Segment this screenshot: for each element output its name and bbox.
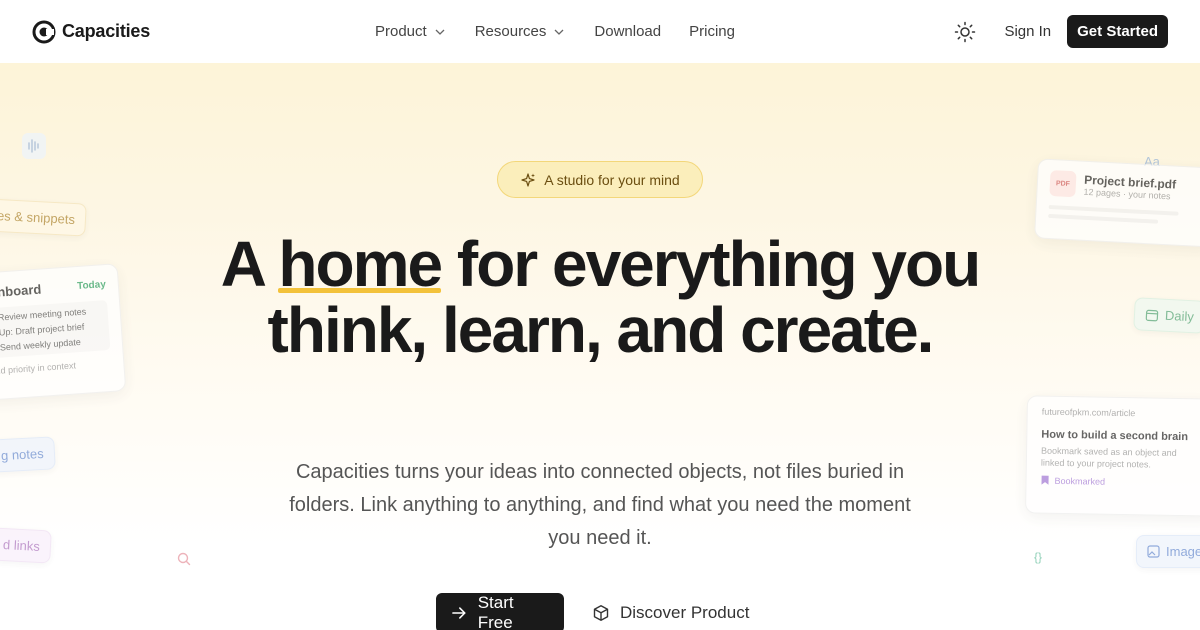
daily-label: Daily	[1164, 307, 1195, 325]
article-card: futureofpkm.com/article How to build a s…	[1024, 395, 1200, 517]
article-title: How to build a second brain	[1041, 428, 1189, 444]
discover-product-button[interactable]: Discover Product	[592, 603, 749, 623]
pdf-card: PDF Project brief.pdf 12 pages · your no…	[1034, 158, 1200, 248]
brand-name: Capacities	[62, 21, 151, 41]
dashboard-item: Up: Draft project brief	[0, 321, 85, 338]
start-free-label: Start Free	[477, 593, 514, 630]
nav-item-pricing[interactable]: Pricing	[689, 23, 735, 40]
bookmark-icon	[1041, 475, 1049, 485]
waveform-icon	[22, 133, 46, 159]
dashboard-card: shboard Today Review meeting notes Up: D…	[0, 263, 127, 401]
links-chip: d links	[0, 527, 52, 564]
sign-in-link[interactable]: Sign In	[1004, 23, 1051, 40]
image-icon	[1147, 545, 1160, 558]
nav-item-label: Resources	[474, 23, 547, 40]
sun-icon[interactable]	[954, 21, 976, 43]
hero-section: es & snippets shboard Today Review meeti…	[0, 63, 1200, 630]
headline-prefix: A	[220, 228, 279, 300]
image-chip: Image	[1136, 535, 1200, 568]
main-menu: Product Resources Download Pricing	[375, 0, 763, 63]
nav-item-download[interactable]: Download	[594, 23, 661, 40]
tagline-text: A studio for your mind	[544, 171, 680, 188]
sparkle-icon	[521, 172, 536, 187]
tagline-badge[interactable]: A studio for your mind	[497, 161, 703, 198]
nav-item-resources[interactable]: Resources	[475, 23, 567, 40]
nav-item-label: Pricing	[689, 23, 735, 40]
dashboard-item: Send weekly update	[0, 336, 82, 353]
nav-actions: Sign In Get Started	[954, 0, 1168, 63]
chevron-down-icon	[554, 29, 564, 35]
search-icon	[177, 552, 191, 566]
notes-chip: g notes	[0, 436, 56, 473]
today-badge: Today	[76, 279, 107, 293]
dashboard-footer: nd priority in context	[0, 360, 77, 376]
bookmarked-tag: Bookmarked	[1054, 475, 1106, 487]
nav-item-label: Download	[594, 23, 662, 40]
hero-subtitle: Capacities turns your ideas into connect…	[289, 461, 911, 549]
calendar-icon	[1145, 309, 1159, 321]
pdf-file-icon: PDF	[1049, 170, 1077, 198]
brand-logo[interactable]: Capacities	[32, 20, 150, 44]
get-started-button[interactable]: Get Started	[1067, 15, 1168, 48]
start-free-button[interactable]: Start Free	[436, 593, 564, 630]
dashboard-item: Review meeting notes	[0, 306, 87, 323]
code-braces-icon: {}	[1034, 550, 1043, 564]
nav-item-label: Product	[375, 23, 427, 40]
dashboard-title: shboard	[0, 281, 42, 301]
image-label: Image	[1166, 544, 1200, 559]
nav-item-product[interactable]: Product	[375, 23, 447, 40]
article-url: futureofpkm.com/article	[1041, 406, 1136, 419]
pdf-line	[1048, 213, 1159, 224]
headline-highlight: home	[278, 228, 443, 300]
chevron-down-icon	[435, 29, 445, 35]
article-desc: Bookmark saved as an object and linked t…	[1040, 445, 1177, 470]
daily-chip: Daily	[1133, 297, 1200, 334]
arrow-right-icon	[452, 607, 466, 619]
hero-headline: A home for everything you think, learn, …	[200, 231, 1000, 363]
top-navigation: Capacities Product Resources Download Pr…	[0, 0, 1200, 63]
hero-cta-row: Start Free Discover Product	[436, 593, 749, 630]
cube-icon	[593, 605, 609, 621]
snippets-chip: es & snippets	[0, 198, 87, 237]
discover-product-label: Discover Product	[620, 603, 750, 622]
capacities-logo-icon	[32, 20, 56, 43]
